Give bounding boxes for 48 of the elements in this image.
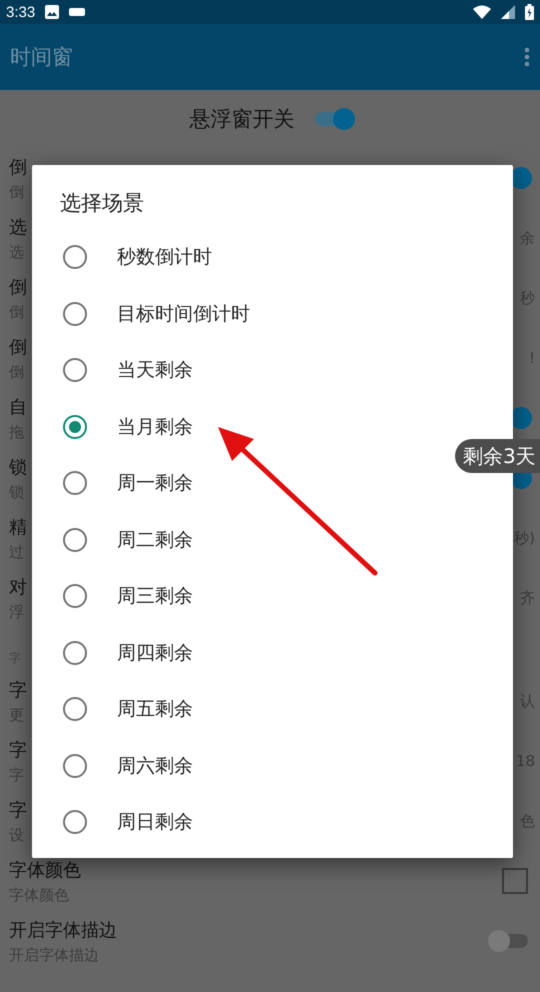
switch-label: 悬浮窗开关	[190, 106, 294, 133]
battery-icon	[525, 4, 534, 20]
option-label[interactable]: 周三剩余	[117, 583, 193, 610]
radio-button[interactable]	[63, 697, 87, 722]
option-label[interactable]: 周一剩余	[117, 470, 193, 496]
radio-button[interactable]	[63, 245, 87, 270]
image-icon	[45, 5, 60, 19]
wifi-icon	[473, 5, 491, 19]
option-label[interactable]: 目标时间倒计时	[117, 300, 250, 327]
radio-button[interactable]	[63, 754, 87, 778]
radio-button[interactable]	[63, 414, 87, 439]
floating-window[interactable]: 剩余3天	[455, 439, 540, 473]
setting-title: 倒	[9, 276, 27, 298]
more-icon[interactable]	[524, 47, 530, 67]
setting-title: 字	[9, 738, 27, 762]
radio-button[interactable]	[63, 584, 87, 608]
setting-title: 倒	[9, 336, 27, 358]
radio-button[interactable]	[63, 302, 87, 326]
radio-button[interactable]	[63, 358, 87, 382]
option-label[interactable]: 周日剩余	[117, 809, 193, 836]
dialog-title: 选择场景	[59, 190, 145, 217]
setting-title: 字体颜色	[9, 858, 81, 882]
radio-button[interactable]	[63, 528, 87, 552]
setting-title: 锁	[9, 456, 27, 478]
option-label[interactable]: 周四剩余	[117, 640, 193, 666]
signal-icon	[501, 5, 515, 19]
app-title: 时间窗	[10, 44, 73, 71]
color-swatch[interactable]	[502, 868, 528, 894]
option-label[interactable]: 当月剩余	[117, 414, 193, 440]
option-label[interactable]: 秒数倒计时	[117, 244, 212, 270]
setting-title: 开启字体描边	[9, 918, 117, 942]
option-label[interactable]: 当天剩余	[117, 357, 193, 384]
option-label[interactable]: 周五剩余	[117, 696, 193, 722]
setting-title: 字	[9, 678, 27, 702]
setting-title: 选	[9, 216, 27, 238]
radio-button[interactable]	[63, 810, 87, 834]
setting-title: 对	[9, 576, 27, 598]
radio-button[interactable]	[63, 471, 87, 496]
setting-value: !	[528, 349, 535, 367]
option-label[interactable]: 周六剩余	[117, 752, 193, 779]
status-time: 3:33	[6, 4, 36, 20]
setting-title: 精	[9, 516, 27, 538]
radio-button[interactable]	[63, 640, 87, 665]
setting-title: 字	[9, 798, 27, 822]
setting-title: 倒	[9, 156, 27, 178]
setting-title: 自	[9, 396, 27, 418]
notification-icon	[69, 8, 86, 16]
option-label[interactable]: 周二剩余	[117, 526, 193, 553]
